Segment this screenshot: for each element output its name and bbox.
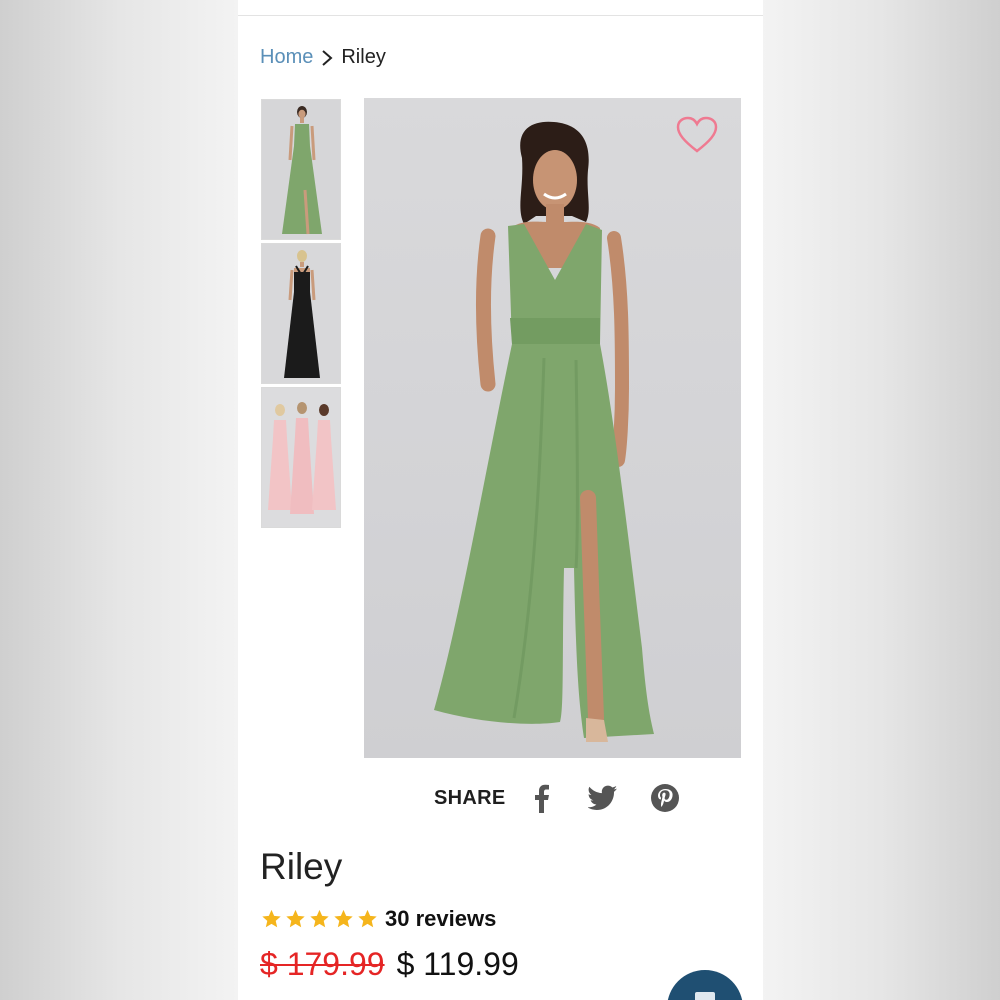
star-icon: [310, 909, 329, 928]
star-icon: [262, 909, 281, 928]
chevron-right-icon: [319, 48, 335, 68]
star-icon: [334, 909, 353, 928]
star-icon: [286, 909, 305, 928]
twitter-icon[interactable]: [586, 781, 620, 815]
reviews-link[interactable]: 30 reviews: [385, 906, 496, 932]
product-main-image[interactable]: [364, 98, 741, 758]
price-row: $ 179.99 $ 119.99: [260, 946, 519, 983]
share-label: SHARE: [434, 786, 506, 809]
breadcrumb-home-link[interactable]: Home: [260, 46, 313, 69]
pinterest-icon[interactable]: [648, 781, 682, 815]
thumbnail-green-front[interactable]: [261, 99, 341, 240]
model-green-dress-illustration: [434, 121, 654, 742]
breadcrumb: Home Riley: [260, 46, 386, 69]
thumbnail-pink-group[interactable]: [261, 387, 341, 528]
original-price: $ 179.99: [260, 946, 385, 982]
thumbnail-black-back[interactable]: [261, 243, 341, 384]
heart-icon[interactable]: [676, 116, 718, 154]
star-icon: [358, 909, 377, 928]
rating-stars: [260, 908, 379, 930]
sale-price: $ 119.99: [396, 946, 519, 982]
product-page: Home Riley SHARE Riley 30 reviews $ 179.…: [238, 0, 763, 1000]
product-rating: 30 reviews: [260, 906, 496, 932]
header-bar: [238, 0, 763, 16]
chat-button[interactable]: [667, 970, 743, 1000]
share-bar: SHARE: [434, 780, 710, 816]
chat-icon: [695, 992, 715, 1000]
facebook-icon[interactable]: [524, 781, 558, 815]
product-title: Riley: [260, 846, 343, 887]
breadcrumb-current: Riley: [341, 46, 386, 68]
